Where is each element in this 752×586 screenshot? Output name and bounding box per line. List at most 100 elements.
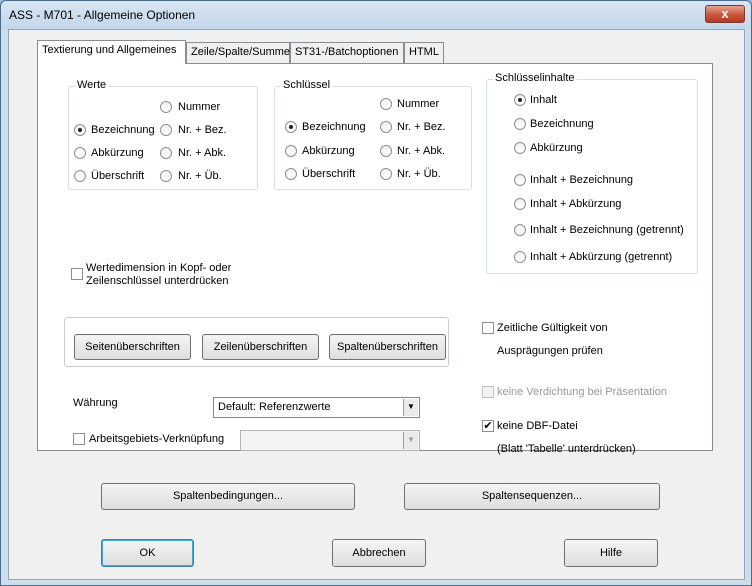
radio-schluessel-nr-ueb[interactable] [380, 168, 392, 180]
window-title: ASS - M701 - Allgemeine Optionen [9, 8, 196, 22]
radio-si-abkuerzung-label: Abkürzung [530, 142, 583, 154]
tab-panel-textierung: Werte Nummer Bezeichnung Nr. + Bez. Abkü… [37, 63, 713, 455]
waehrung-label: Währung [73, 397, 118, 409]
radio-werte-nummer-label: Nummer [178, 101, 221, 113]
arbeitsgebiet-label: Arbeitsgebiets-Verknüpfung [89, 433, 225, 445]
hilfe-button[interactable]: Hilfe [564, 539, 658, 567]
radio-werte-nr-bez-label: Nr. + Bez. [178, 124, 227, 136]
radio-werte-nummer[interactable] [160, 101, 172, 113]
radio-si-inhalt-bezeichnung[interactable] [514, 174, 526, 186]
keine-verdichtung-label: keine Verdichtung bei Präsentation [497, 386, 668, 398]
radio-si-inhalt[interactable] [514, 94, 526, 106]
radio-si-abkuerzung[interactable] [514, 142, 526, 154]
group-schluessel: Schlüssel Nummer Bezeichnung Nr. + Bez. … [274, 79, 472, 190]
radio-si-inhalt-abkuerzung-getrennt[interactable] [514, 251, 526, 263]
tab-html[interactable]: HTML [404, 42, 444, 63]
radio-werte-nr-ueb[interactable] [160, 170, 172, 182]
keine-verdichtung-checkbox[interactable] [482, 386, 494, 398]
chevron-down-icon: ▼ [403, 432, 418, 449]
seitenueberschriften-button-label: Seitenüberschriften [85, 341, 180, 353]
wertedimension-label-line1: Wertedimension in Kopf- oder [86, 262, 232, 274]
radio-schluessel-nr-abk[interactable] [380, 145, 392, 157]
spaltenueberschriften-button-label: Spaltenüberschriften [337, 341, 438, 353]
radio-werte-ueberschrift[interactable] [74, 170, 86, 182]
headings-button-group: Seitenüberschriften Zeilenüberschriften … [64, 317, 449, 367]
tab-st31-batchoptionen[interactable]: ST31-/Batchoptionen [290, 42, 404, 63]
tab-label: ST31-/Batchoptionen [295, 46, 399, 58]
radio-werte-nr-bez[interactable] [160, 124, 172, 136]
radio-werte-bezeichnung-label: Bezeichnung [91, 124, 155, 136]
radio-werte-abkuerzung[interactable] [74, 147, 86, 159]
ok-button-label: OK [139, 547, 156, 559]
radio-schluessel-bezeichnung[interactable] [285, 121, 297, 133]
radio-schluessel-nummer[interactable] [380, 98, 392, 110]
group-schluesselinhalte: Schlüsselinhalte Inhalt Bezeichnung Abkü… [486, 72, 698, 274]
tab-textierung[interactable]: Textierung und Allgemeines [37, 40, 186, 64]
radio-werte-nr-abk[interactable] [160, 147, 172, 159]
radio-schluessel-ueberschrift[interactable] [285, 168, 297, 180]
radio-si-bezeichnung[interactable] [514, 118, 526, 130]
wertedimension-label-line2: Zeilenschlüssel unterdrücken [86, 275, 229, 287]
ok-button[interactable]: OK [101, 539, 194, 567]
zeitliche-gueltigkeit-checkbox[interactable] [482, 322, 494, 334]
close-icon: x [721, 6, 729, 21]
radio-si-inhalt-abkuerzung[interactable] [514, 198, 526, 210]
waehrung-select-value: Default: Referenzwerte [218, 401, 331, 413]
waehrung-select[interactable]: Default: Referenzwerte ▼ [213, 397, 420, 418]
title-bar[interactable]: ASS - M701 - Allgemeine Optionen x [1, 1, 751, 29]
tab-label: Zeile/Spalte/Summe [191, 46, 291, 58]
tab-label: Textierung und Allgemeines [42, 44, 177, 56]
radio-si-inhalt-bezeichnung-label: Inhalt + Bezeichnung [530, 174, 634, 186]
spaltenueberschriften-button[interactable]: Spaltenüberschriften [329, 334, 446, 360]
arbeitsgebiet-checkbox[interactable] [73, 433, 85, 445]
radio-si-inhalt-abkuerzung-getrennt-label: Inhalt + Abkürzung (getrennt) [530, 251, 673, 263]
radio-schluessel-nummer-label: Nummer [397, 98, 440, 110]
group-schluessel-title: Schlüssel [281, 79, 333, 91]
keine-dbf-datei-label: keine DBF-Datei [497, 420, 578, 432]
abbrechen-button-label: Abbrechen [352, 547, 406, 559]
tab-zeile-spalte-summe[interactable]: Zeile/Spalte/Summe [186, 42, 290, 63]
checkmark-icon: ✔ [483, 420, 493, 432]
group-werte-title: Werte [75, 79, 109, 91]
spaltensequenzen-button-label: Spaltensequenzen... [481, 490, 583, 502]
zeitliche-gueltigkeit-label-line1: Zeitliche Gültigkeit von [497, 322, 608, 334]
abbrechen-button[interactable]: Abbrechen [332, 539, 426, 567]
radio-si-inhalt-label: Inhalt [530, 94, 557, 106]
spaltensequenzen-button[interactable]: Spaltensequenzen... [404, 483, 660, 510]
radio-schluessel-nr-bez-label: Nr. + Bez. [397, 121, 446, 133]
radio-werte-bezeichnung[interactable] [74, 124, 86, 136]
radio-werte-ueberschrift-label: Überschrift [91, 170, 145, 182]
radio-schluessel-nr-ueb-label: Nr. + Üb. [397, 168, 441, 180]
seitenueberschriften-button[interactable]: Seitenüberschriften [74, 334, 191, 360]
zeitliche-gueltigkeit-label-line2: Ausprägungen prüfen [497, 345, 603, 357]
radio-werte-nr-ueb-label: Nr. + Üb. [178, 170, 222, 182]
radio-si-bezeichnung-label: Bezeichnung [530, 118, 594, 130]
keine-dbf-datei-checkbox[interactable]: ✔ [482, 420, 494, 432]
chevron-down-icon: ▼ [403, 399, 418, 416]
radio-schluessel-ueberschrift-label: Überschrift [302, 168, 356, 180]
close-button[interactable]: x [705, 5, 745, 23]
hilfe-button-label: Hilfe [599, 547, 622, 559]
dialog-window: ASS - M701 - Allgemeine Optionen x Texti… [0, 0, 752, 586]
group-werte: Werte Nummer Bezeichnung Nr. + Bez. Abkü… [68, 79, 258, 190]
tab-label: HTML [409, 46, 439, 58]
spaltenbedingungen-button-label: Spaltenbedingungen... [172, 490, 284, 502]
zeilenueberschriften-button[interactable]: Zeilenüberschriften [202, 334, 319, 360]
radio-schluessel-nr-bez[interactable] [380, 121, 392, 133]
radio-schluessel-abkuerzung-label: Abkürzung [302, 145, 355, 157]
radio-si-inhalt-abkuerzung-label: Inhalt + Abkürzung [530, 198, 622, 210]
dialog-client-area: Textierung und Allgemeines Zeile/Spalte/… [8, 29, 745, 580]
radio-si-inhalt-bezeichnung-getrennt[interactable] [514, 224, 526, 236]
radio-werte-abkuerzung-label: Abkürzung [91, 147, 144, 159]
arbeitsgebiet-select[interactable]: ▼ [240, 430, 420, 451]
radio-si-inhalt-bezeichnung-getrennt-label: Inhalt + Bezeichnung (getrennt) [530, 224, 684, 236]
keine-dbf-datei-note: (Blatt 'Tabelle' unterdrücken) [497, 443, 636, 455]
radio-werte-nr-abk-label: Nr. + Abk. [178, 147, 226, 159]
group-schluesselinhalte-title: Schlüsselinhalte [493, 72, 577, 84]
radio-schluessel-nr-abk-label: Nr. + Abk. [397, 145, 445, 157]
wertedimension-checkbox[interactable] [71, 268, 83, 280]
radio-schluessel-bezeichnung-label: Bezeichnung [302, 121, 366, 133]
radio-schluessel-abkuerzung[interactable] [285, 145, 297, 157]
spaltenbedingungen-button[interactable]: Spaltenbedingungen... [101, 483, 355, 510]
zeilenueberschriften-button-label: Zeilenüberschriften [213, 341, 308, 353]
